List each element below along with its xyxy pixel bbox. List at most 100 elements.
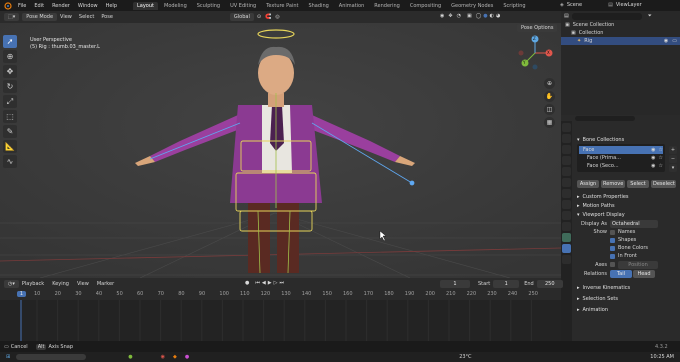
- perspective-toggle-icon[interactable]: ▦: [544, 117, 555, 128]
- record-icon[interactable]: ●: [245, 280, 249, 286]
- editor-type-button[interactable]: ⬚▾: [4, 13, 20, 21]
- armature-data-tab-icon[interactable]: [562, 233, 571, 242]
- viewport-display-panel-header[interactable]: ▾ Viewport Display: [577, 210, 677, 219]
- deselect-button[interactable]: Deselect: [651, 180, 676, 188]
- relations-tail-toggle[interactable]: Tail: [610, 269, 632, 278]
- star-icon[interactable]: ☆: [659, 147, 663, 153]
- menu-playback[interactable]: Playback: [22, 281, 44, 287]
- chrome-icon[interactable]: ◉: [161, 354, 165, 360]
- blender-logo-icon[interactable]: [0, 1, 12, 10]
- display-as-dropdown[interactable]: Octahedral: [610, 219, 658, 228]
- start-frame-field[interactable]: 1: [493, 280, 520, 288]
- tab-compositing[interactable]: Compositing: [406, 2, 445, 10]
- move-icon[interactable]: ✥: [3, 65, 17, 78]
- chevron-down-icon[interactable]: ▾: [669, 164, 677, 172]
- constraints-tab-icon[interactable]: [562, 222, 571, 231]
- blender-taskbar-icon[interactable]: ◆: [173, 354, 177, 360]
- prev-keyframe-icon[interactable]: ◀: [262, 280, 266, 286]
- shading-solid-icon[interactable]: ●: [483, 13, 487, 19]
- custom-properties-panel-header[interactable]: ▸ Custom Properties: [577, 192, 677, 201]
- taskbar-search-box[interactable]: [16, 354, 87, 360]
- view-layer-tab-icon[interactable]: [562, 156, 571, 165]
- outliner-item-scene-collection[interactable]: ▣ Scene Collection: [561, 21, 680, 29]
- pose-options-dropdown[interactable]: Pose Options: [517, 24, 558, 32]
- tab-texture-paint[interactable]: Texture Paint: [262, 2, 302, 10]
- outliner-search-input[interactable]: [571, 12, 642, 20]
- shading-material-icon[interactable]: ◐: [490, 13, 494, 19]
- physics-tab-icon[interactable]: [562, 211, 571, 220]
- menu-render[interactable]: Render: [52, 3, 70, 9]
- list-item[interactable]: Face (Prima... ◉ ☆: [579, 154, 663, 162]
- tab-scripting[interactable]: Scripting: [499, 2, 529, 10]
- menu-edit[interactable]: Edit: [34, 3, 44, 9]
- menu-select[interactable]: Select: [79, 14, 94, 20]
- tool-tab-icon[interactable]: [562, 123, 571, 132]
- pan-hand-icon[interactable]: ✋: [544, 91, 555, 102]
- in-front-checkbox[interactable]: [610, 253, 615, 259]
- 3d-viewport[interactable]: User Perspective (5) Rig : thumb.03_mast…: [0, 23, 561, 278]
- tab-uv-editing[interactable]: UV Editing: [226, 2, 260, 10]
- scale-icon[interactable]: ⤢: [3, 95, 17, 108]
- menu-view[interactable]: View: [60, 14, 72, 20]
- eye-icon[interactable]: ◉: [651, 155, 655, 161]
- next-keyframe-icon[interactable]: ▷: [274, 280, 278, 286]
- output-tab-icon[interactable]: [562, 145, 571, 154]
- app-icon[interactable]: ●: [128, 354, 132, 360]
- outliner-filter-icon[interactable]: ▤: [564, 13, 569, 19]
- bone-constraints-tab-icon[interactable]: [562, 255, 571, 264]
- zoom-icon[interactable]: ⊕: [544, 78, 555, 89]
- motion-paths-panel-header[interactable]: ▸ Motion Paths: [577, 201, 677, 210]
- menu-window[interactable]: Window: [78, 3, 98, 9]
- remove-icon[interactable]: −: [669, 155, 677, 163]
- select-box-icon[interactable]: ➚: [3, 35, 17, 48]
- star-icon[interactable]: ☆: [659, 155, 663, 161]
- xray-icon[interactable]: ▣: [467, 13, 472, 19]
- view-layer-selector[interactable]: ViewLayer: [616, 2, 642, 8]
- tab-geometry-nodes[interactable]: Geometry Nodes: [447, 2, 497, 10]
- tab-shading[interactable]: Shading: [304, 2, 332, 10]
- list-item[interactable]: Face (Seco... ◉ ☆: [579, 162, 663, 170]
- shading-rendered-icon[interactable]: ◕: [496, 13, 500, 19]
- timeline-editor-type-button[interactable]: ◷▾: [4, 280, 19, 288]
- menu-file[interactable]: File: [18, 3, 26, 9]
- outliner-funnel-icon[interactable]: ⏷: [648, 13, 652, 19]
- remove-button[interactable]: Remove: [601, 180, 625, 188]
- relax-pose-icon[interactable]: ∿: [3, 155, 17, 168]
- gizmo-toggle-icon[interactable]: ✥: [448, 13, 452, 19]
- eye-icon[interactable]: ◉: [651, 147, 655, 153]
- pivot-icon[interactable]: ⊙: [257, 14, 261, 20]
- overlay-toggle-icon[interactable]: ◔: [457, 13, 461, 19]
- object-tab-icon[interactable]: [562, 189, 571, 198]
- menu-marker[interactable]: Marker: [97, 281, 114, 287]
- render-tab-icon[interactable]: [562, 134, 571, 143]
- playhead-frame-indicator[interactable]: 1: [17, 291, 26, 297]
- tab-layout[interactable]: Layout: [133, 1, 158, 10]
- bone-colors-checkbox[interactable]: [610, 245, 615, 251]
- bone-tab-icon[interactable]: [562, 244, 571, 253]
- cursor-icon[interactable]: ⊕: [3, 50, 17, 63]
- outliner-item-collection[interactable]: ▣ Collection: [561, 29, 680, 37]
- animation-panel-header[interactable]: ▸ Animation: [577, 305, 677, 314]
- menu-view[interactable]: View: [77, 281, 89, 287]
- relations-head-toggle[interactable]: Head: [633, 269, 655, 278]
- transform-icon[interactable]: ⬚: [3, 110, 17, 123]
- axes-checkbox[interactable]: [610, 262, 615, 267]
- visibility-icon[interactable]: ◉: [440, 13, 444, 19]
- annotate-icon[interactable]: ✎: [3, 125, 17, 138]
- world-tab-icon[interactable]: [562, 178, 571, 187]
- camera-view-icon[interactable]: ◫: [544, 104, 555, 115]
- axes-position-field[interactable]: Position: [618, 260, 658, 269]
- modifier-tab-icon[interactable]: [562, 200, 571, 209]
- end-frame-field[interactable]: 250: [536, 280, 563, 288]
- scene-tab-icon[interactable]: [562, 167, 571, 176]
- snap-icon[interactable]: 🧲: [265, 14, 271, 20]
- scene-selector[interactable]: Scene: [567, 2, 582, 8]
- jump-end-icon[interactable]: ⏭: [279, 280, 284, 286]
- camera-icon[interactable]: ▭: [672, 38, 677, 44]
- eye-icon[interactable]: ◉: [664, 38, 668, 44]
- frame-ruler[interactable]: 1102030405060708090100110120130140150160…: [0, 290, 561, 300]
- inverse-kinematics-panel-header[interactable]: ▸ Inverse Kinematics: [577, 283, 677, 292]
- tab-animation[interactable]: Animation: [335, 2, 369, 10]
- menu-help[interactable]: Help: [106, 3, 117, 9]
- select-button[interactable]: Select: [627, 180, 649, 188]
